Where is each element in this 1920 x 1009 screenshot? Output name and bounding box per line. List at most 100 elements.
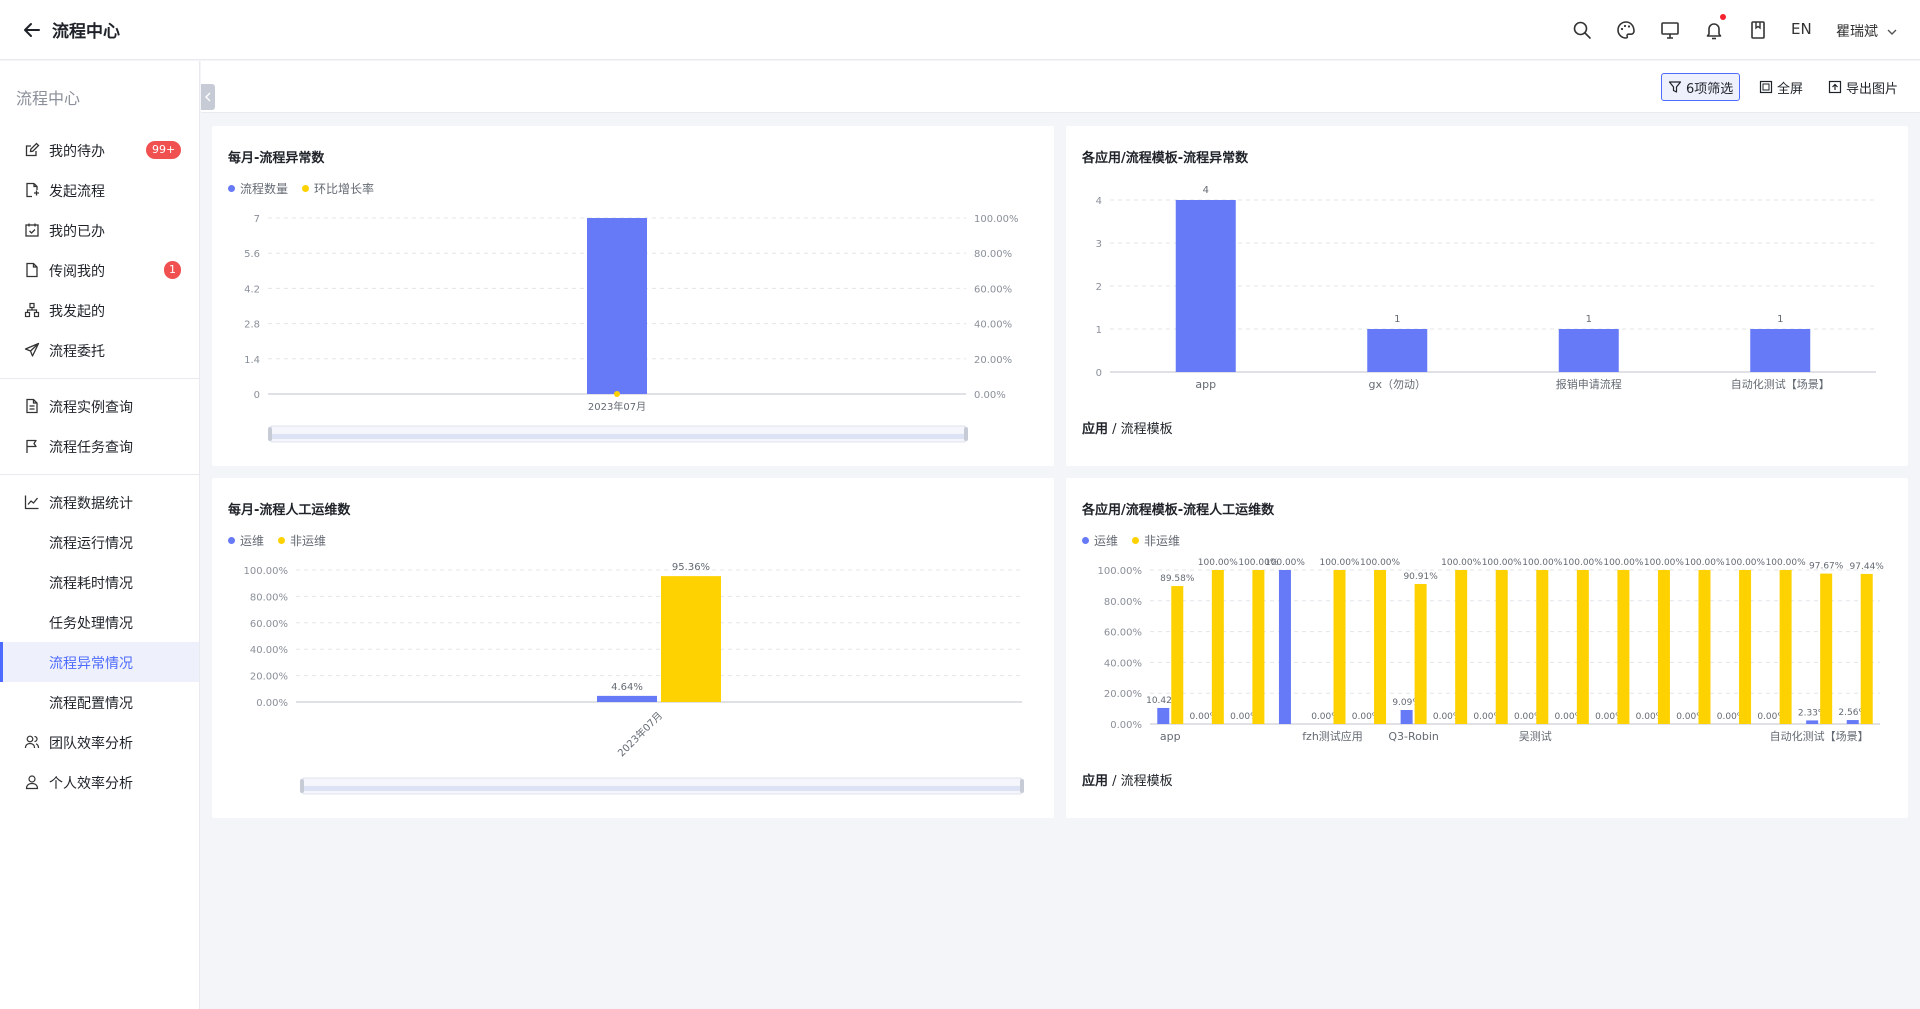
sidebar-subitem-run[interactable]: 流程运行情况: [0, 522, 199, 562]
bar-non-maintenance: [1820, 573, 1833, 724]
y-tick-label: 4: [1096, 196, 1102, 207]
export-image-button[interactable]: 导出图片: [1822, 73, 1904, 101]
point-growth-rate: [614, 391, 620, 397]
sidebar-item-delegate[interactable]: 流程委托: [0, 330, 199, 370]
sidebar-item-start-process[interactable]: 发起流程: [0, 170, 199, 210]
dimension-secondary: / 流程模板: [1108, 774, 1173, 789]
sidebar-item-personal-efficiency[interactable]: 个人效率分析: [0, 762, 199, 802]
y-tick-label: 2.8: [244, 320, 260, 331]
monitor-icon[interactable]: [1659, 19, 1681, 41]
dimension-secondary: / 流程模板: [1108, 422, 1173, 437]
y-tick-label: 0: [1096, 368, 1102, 379]
data-label: 100.00%: [1563, 558, 1603, 568]
data-label: 100.00%: [1265, 558, 1305, 568]
y-tick-label: 100.00%: [1098, 566, 1143, 577]
y2-tick-label: 60.00%: [974, 284, 1012, 295]
cc-count-badge: 1: [164, 261, 181, 279]
bar-process-count: [587, 218, 647, 394]
bell-icon[interactable]: [1703, 19, 1725, 41]
data-label: 95.36%: [672, 562, 710, 573]
sidebar-subitem-task[interactable]: 任务处理情况: [0, 602, 199, 642]
bar-maintenance: [1278, 570, 1291, 724]
data-label: 89.58%: [1160, 574, 1195, 584]
y-tick-label: 20.00%: [1104, 689, 1142, 700]
zoom-slider-handle: [300, 779, 304, 793]
sidebar-item-label: 传阅我的: [49, 264, 105, 280]
y-tick-label: 60.00%: [1104, 628, 1142, 639]
sidebar-item-initiated[interactable]: 我发起的: [0, 290, 199, 330]
sidebar-item-label: 我的已办: [49, 224, 105, 240]
back-arrow-icon[interactable]: [22, 20, 42, 40]
palette-icon[interactable]: [1615, 19, 1637, 41]
sidebar-item-label: 流程委托: [49, 344, 105, 360]
sidebar-divider: [0, 474, 199, 475]
x-tick-label: 报销申请流程: [1556, 377, 1622, 391]
x-tick-label: 自动化测试【场景】: [1731, 377, 1830, 391]
dashboard-toolbar: 6项筛选 全屏 导出图片: [201, 61, 1920, 113]
y-tick-label: 0: [254, 390, 260, 401]
sidebar-item-todo[interactable]: 我的待办 99+: [0, 130, 199, 170]
dimension-label: 应用 / 流程模板: [1082, 770, 1173, 789]
sidebar-title: 流程中心: [16, 89, 81, 108]
x-tick-label: 自动化测试【场景】: [1770, 729, 1869, 743]
edit-icon: [25, 142, 40, 157]
bar-non-maintenance: [1211, 570, 1224, 724]
sidebar-subitem-config[interactable]: 流程配置情况: [0, 682, 199, 722]
sidebar-subitem-duration[interactable]: 流程耗时情况: [0, 562, 199, 602]
fullscreen-label: 全屏: [1777, 81, 1804, 97]
sidebar-item-label: 流程耗时情况: [49, 576, 133, 592]
data-label: 100.00%: [1360, 558, 1400, 568]
sidebar-item-label: 任务处理情况: [49, 616, 133, 632]
data-label: 100.00%: [1319, 558, 1359, 568]
sidebar-item-label: 流程实例查询: [49, 400, 133, 416]
bar-non-maintenance: [1252, 570, 1265, 724]
bar-non-maintenance: [1617, 570, 1630, 724]
sidebar-item-cc[interactable]: 传阅我的 1: [0, 250, 199, 290]
sidebar-item-team-efficiency[interactable]: 团队效率分析: [0, 722, 199, 762]
y-tick-label: 0.00%: [1110, 720, 1142, 731]
sidebar-subitem-exception[interactable]: 流程异常情况: [0, 642, 199, 682]
sidebar-divider: [0, 378, 199, 379]
bar-non-maintenance: [1779, 570, 1792, 724]
person-icon: [25, 775, 39, 790]
sidebar-item-label: 我发起的: [49, 304, 105, 320]
bar-non-maintenance: [1657, 570, 1670, 724]
sidebar-item-statistics[interactable]: 流程数据统计: [0, 482, 199, 522]
filter-button[interactable]: 6项筛选: [1661, 73, 1741, 101]
data-label: 100.00%: [1441, 558, 1481, 568]
data-label: 97.67%: [1809, 562, 1844, 572]
y-tick-label: 0.00%: [256, 698, 288, 709]
data-label: 100.00%: [1522, 558, 1562, 568]
sidebar-item-label: 发起流程: [49, 184, 105, 200]
y-tick-label: 2: [1096, 282, 1102, 293]
bar-non-maintenance: [1698, 570, 1711, 724]
search-icon[interactable]: [1571, 19, 1593, 41]
y-tick-label: 40.00%: [1104, 658, 1142, 669]
bar-exception-count: [1750, 329, 1811, 372]
fullscreen-button[interactable]: 全屏: [1753, 73, 1809, 101]
data-label: 97.44%: [1850, 562, 1885, 572]
dimension-primary: 应用: [1082, 774, 1109, 789]
y2-tick-label: 0.00%: [974, 390, 1006, 401]
bar-maintenance: [1400, 710, 1413, 724]
user-menu[interactable]: 瞿瑞斌: [1836, 21, 1898, 41]
y2-tick-label: 40.00%: [974, 320, 1012, 331]
bar-non-maintenance: [1455, 570, 1468, 724]
sidebar-collapse-toggle[interactable]: [201, 84, 215, 110]
bookmark-doc-icon[interactable]: [1747, 19, 1769, 41]
language-switch[interactable]: EN: [1791, 20, 1812, 38]
sidebar-item-label: 流程配置情况: [49, 696, 133, 712]
bar-non-maintenance: [1739, 570, 1752, 724]
x-tick-label: gx（勿动）: [1369, 378, 1427, 391]
sidebar-item-task-query[interactable]: 流程任务查询: [0, 426, 199, 466]
chart-card-app-maintenance: 各应用/流程模板-流程人工运维数 运维 非运维 0.00% 20.00% 40.00…: [1066, 478, 1908, 818]
sidebar-item-label: 流程运行情况: [49, 536, 133, 552]
bar-maintenance: [1157, 707, 1170, 724]
bar-non-maintenance: [1495, 570, 1508, 724]
sidebar-item-instance-query[interactable]: 流程实例查询: [0, 386, 199, 426]
data-label: 100.00%: [1603, 558, 1643, 568]
x-tick-label: app: [1195, 378, 1216, 391]
sidebar-item-done[interactable]: 我的已办: [0, 210, 199, 250]
filter-label: 6项筛选: [1686, 81, 1734, 97]
zoom-slider-fill: [270, 434, 966, 439]
